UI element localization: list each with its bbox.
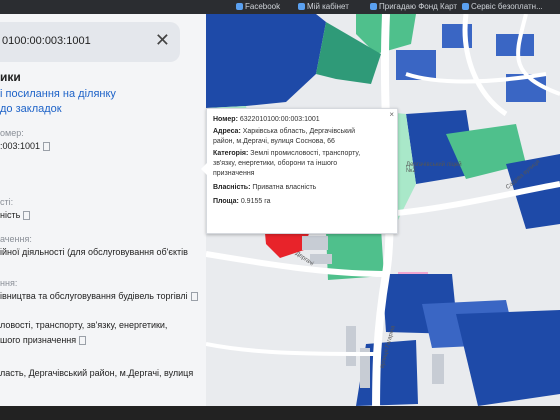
building	[496, 34, 534, 56]
popup-address-line: район, м.Дергачі, вулиця Соснова, 66	[213, 138, 335, 145]
copy-icon[interactable]	[43, 142, 51, 152]
purpose-label: ачення:	[0, 234, 32, 244]
ownership-label: сті:	[0, 197, 14, 207]
popup-number-row: Номер: 6322010100:00:003:1001	[213, 116, 320, 123]
building	[432, 354, 444, 384]
monitor-bezel	[0, 406, 560, 420]
bookmarks-bar: Facebook Мій кабінет Пригадаю Фонд Карт …	[0, 0, 560, 14]
popup-category-line: зв'язку, енергетики, оборони та іншого	[213, 160, 338, 167]
sidebar-panel: 0100:00:003:1001 ✕ ики і посилання на ді…	[0, 14, 206, 420]
number-label: омер:	[0, 128, 24, 138]
bookmark-icon	[298, 3, 305, 11]
ownership-value: ність	[0, 210, 31, 221]
popup-ownership-row: Власність: Приватна власність	[213, 184, 317, 191]
parcel-info-popup: × Номер: 6322010100:00:003:1001 Адреса: …	[201, 108, 398, 234]
address-value: ласть, Дергачівський район, м.Дергачі, в…	[0, 368, 194, 378]
popup-address-row: Адреса: Харківська область, Дергачівськи…	[213, 128, 355, 135]
bookmark-icon	[370, 3, 377, 11]
copy-icon[interactable]	[190, 292, 198, 302]
popup-close-icon[interactable]: ×	[389, 110, 394, 120]
purpose-value: ійної діяльності (для обслуговування об'…	[0, 247, 188, 257]
building	[346, 326, 356, 366]
bookmark-icon	[236, 3, 243, 11]
category-full-line: шого призначення	[0, 335, 87, 346]
add-bookmark-button[interactable]: до закладок	[0, 103, 62, 115]
category-value: івництва та обслуговування будівель торг…	[0, 291, 198, 302]
bookmark-item[interactable]: Пригадаю Фонд Карт	[370, 0, 457, 14]
district-label: Дергачівський ліцей №2	[406, 162, 462, 174]
close-icon[interactable]: ✕	[155, 30, 170, 51]
building	[302, 236, 328, 250]
screen: Facebook Мій кабінет Пригадаю Фонд Карт …	[0, 0, 560, 420]
bookmark-icon	[462, 3, 469, 11]
category-label: ння:	[0, 278, 18, 288]
bookmark-item[interactable]: Facebook	[236, 0, 280, 14]
popup-area-row: Площа: 0.9155 га	[213, 198, 271, 205]
popup-category-line: призначення	[213, 170, 255, 177]
copy-icon[interactable]	[79, 336, 87, 346]
search-box[interactable]: 0100:00:003:1001 ✕	[0, 22, 180, 62]
copy-icon[interactable]	[23, 211, 31, 221]
number-value: :003:1001	[0, 141, 51, 152]
bookmark-item[interactable]: Мій кабінет	[298, 0, 349, 14]
copy-link-button[interactable]: і посилання на ділянку	[0, 88, 116, 100]
popup-category-row: Категорія: Землі промисловості, транспор…	[213, 150, 361, 157]
sidebar-heading: ики	[0, 70, 21, 84]
bookmark-item[interactable]: Сервіс безоплатн...	[462, 0, 543, 14]
popup-pointer	[201, 163, 207, 175]
search-input[interactable]: 0100:00:003:1001	[2, 35, 91, 47]
category-full-line: ловості, транспорту, зв'язку, енергетики…	[0, 320, 168, 330]
